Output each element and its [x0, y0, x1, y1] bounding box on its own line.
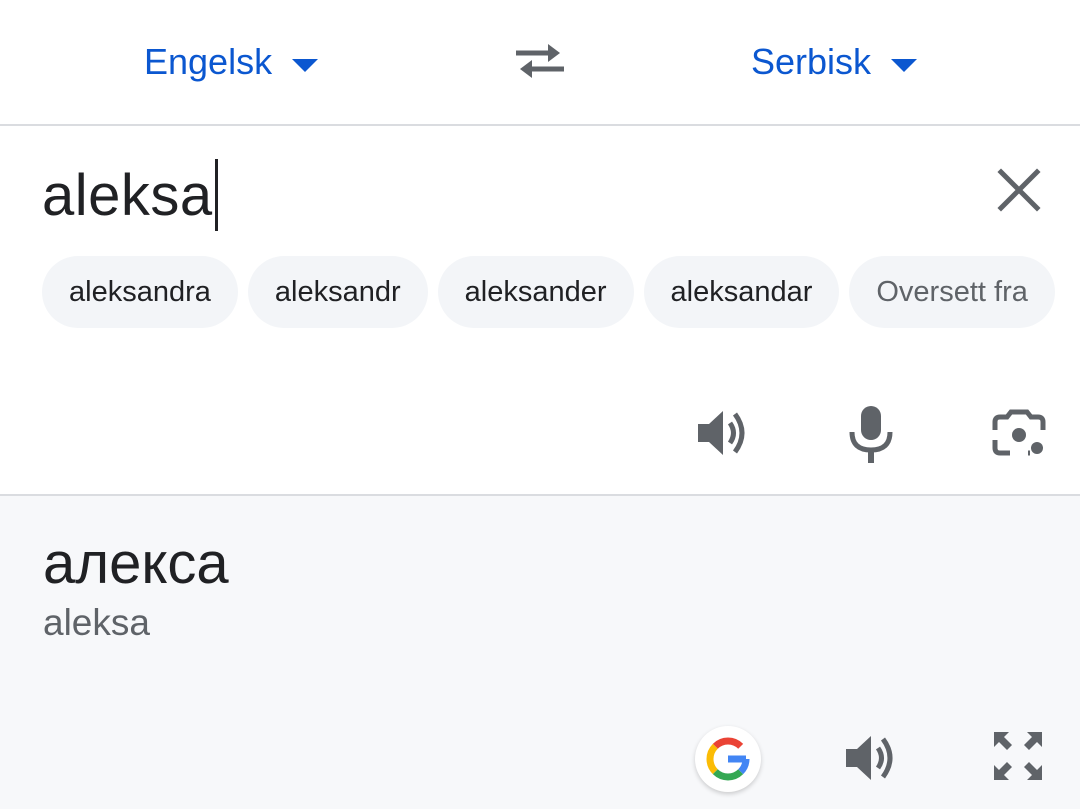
transliteration-text: aleksa: [43, 602, 150, 643]
google-g-icon: [706, 737, 750, 781]
suggestion-chip[interactable]: aleksandar: [643, 256, 840, 328]
swap-languages-button[interactable]: [510, 36, 570, 84]
clear-text-button[interactable]: [993, 164, 1045, 216]
output-panel: алекса aleksa: [0, 494, 1080, 809]
volume-icon: [846, 736, 893, 780]
text-cursor: [214, 159, 218, 231]
target-language-selector[interactable]: Serbisk: [751, 38, 918, 86]
camera-icon: [992, 409, 1046, 456]
source-language-selector[interactable]: Engelsk: [144, 38, 319, 86]
volume-icon: [698, 411, 745, 455]
suggestion-chips: aleksandra aleksandr aleksander aleksandar O…: [42, 256, 1080, 330]
google-search-button[interactable]: [695, 726, 761, 792]
close-icon: [997, 168, 1041, 212]
suggestion-chip[interactable]: aleksandr: [247, 256, 428, 328]
chevron-down-icon: [891, 58, 918, 72]
translation-text: алекса: [43, 531, 229, 596]
suggestion-chip[interactable]: aleksandra: [42, 256, 238, 328]
swap-arrows-icon: [516, 44, 564, 78]
voice-input-button[interactable]: [846, 404, 896, 464]
listen-translation-button[interactable]: [843, 729, 901, 787]
translate-from-chip[interactable]: Oversett fra: [849, 256, 1055, 328]
source-text-input[interactable]: aleksa: [42, 159, 218, 231]
language-bar: Engelsk Serbisk: [0, 0, 1080, 126]
fullscreen-button[interactable]: [990, 728, 1046, 784]
listen-source-button[interactable]: [695, 404, 753, 462]
source-language-label: Engelsk: [144, 41, 273, 82]
camera-translate-button[interactable]: [990, 406, 1048, 464]
target-language-label: Serbisk: [751, 41, 872, 82]
microphone-icon: [849, 406, 893, 463]
chevron-down-icon: [292, 58, 319, 72]
input-panel: aleksa aleksandra aleksandr aleksander alek…: [0, 126, 1080, 494]
fullscreen-icon: [994, 732, 1042, 780]
source-text-value: aleksa: [42, 162, 213, 228]
suggestion-chip[interactable]: aleksander: [437, 256, 634, 328]
